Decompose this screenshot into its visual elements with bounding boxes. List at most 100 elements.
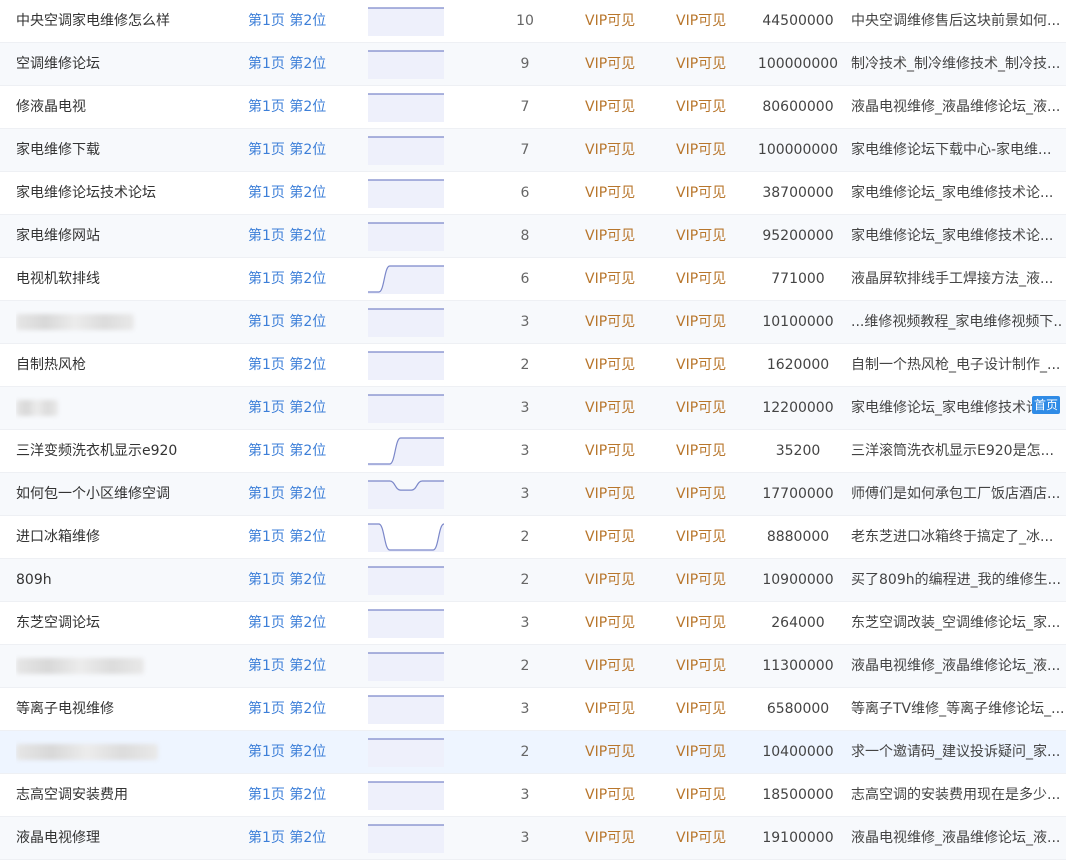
rank-link[interactable]: 第1页 第2位 [248, 473, 348, 515]
table-row[interactable]: 液晶电视修理 第1页 第2位 3 VIP可见 VIP可见 19100000 液晶电视维修_液… [0, 817, 1066, 860]
page-title-cell[interactable]: 求一个邀请码_建议投诉疑问_家... [851, 731, 1063, 773]
page-title-cell[interactable]: 液晶屏软排线手工焊接方法_液... [851, 258, 1063, 300]
vip-only-cell[interactable]: VIP可见 [676, 602, 746, 644]
vip-only-cell[interactable]: VIP可见 [585, 172, 655, 214]
rank-link[interactable]: 第1页 第2位 [248, 645, 348, 687]
vip-only-cell[interactable]: VIP可见 [585, 86, 655, 128]
page-title-cell[interactable]: 制冷技术_制冷维修技术_制冷技... [851, 43, 1063, 85]
rank-link[interactable]: 第1页 第2位 [248, 0, 348, 42]
rank-link[interactable]: 第1页 第2位 [248, 215, 348, 257]
rank-link[interactable]: 第1页 第2位 [248, 258, 348, 300]
table-row[interactable]: 家电维修网站 第1页 第2位 8 VIP可见 VIP可见 95200000 家电维修论坛_家… [0, 215, 1066, 258]
vip-only-cell[interactable]: VIP可见 [585, 0, 655, 42]
page-title-cell[interactable]: 家电维修论坛下载中心-家电维... [851, 129, 1063, 171]
table-row[interactable]: 第1页 第2位 2 VIP可见 VIP可见 10400000 求一个邀请码_建议投诉疑问_… [0, 731, 1066, 774]
page-title-cell[interactable]: 家电维修论坛_家电维修技术论... [851, 172, 1063, 214]
home-badge[interactable]: 首页 [1032, 396, 1060, 414]
rank-link[interactable]: 第1页 第2位 [248, 516, 348, 558]
vip-only-cell[interactable]: VIP可见 [676, 172, 746, 214]
vip-only-cell[interactable]: VIP可见 [585, 516, 655, 558]
vip-only-cell[interactable]: VIP可见 [676, 516, 746, 558]
vip-only-cell[interactable]: VIP可见 [676, 215, 746, 257]
vip-only-cell[interactable]: VIP可见 [676, 817, 746, 859]
rank-link[interactable]: 第1页 第2位 [248, 774, 348, 816]
vip-only-cell[interactable]: VIP可见 [676, 731, 746, 773]
rank-link[interactable]: 第1页 第2位 [248, 43, 348, 85]
vip-only-cell[interactable]: VIP可见 [676, 473, 746, 515]
vip-only-cell[interactable]: VIP可见 [676, 43, 746, 85]
table-row[interactable]: 空调维修论坛 第1页 第2位 9 VIP可见 VIP可见 100000000 制冷技术_制冷… [0, 43, 1066, 86]
page-title-cell[interactable]: 师傅们是如何承包工厂饭店酒店... [851, 473, 1063, 515]
vip-only-cell[interactable]: VIP可见 [676, 301, 746, 343]
vip-only-cell[interactable]: VIP可见 [585, 301, 655, 343]
rank-link[interactable]: 第1页 第2位 [248, 731, 348, 773]
rank-link[interactable]: 第1页 第2位 [248, 559, 348, 601]
table-row[interactable]: 809h 第1页 第2位 2 VIP可见 VIP可见 10900000 买了809h的编程进… [0, 559, 1066, 602]
rank-link[interactable]: 第1页 第2位 [248, 344, 348, 386]
rank-link[interactable]: 第1页 第2位 [248, 301, 348, 343]
table-row[interactable]: 如何包一个小区维修空调 第1页 第2位 3 VIP可见 VIP可见 17700000 师傅们… [0, 473, 1066, 516]
vip-only-cell[interactable]: VIP可见 [585, 473, 655, 515]
table-row[interactable]: 志高空调安装费用 第1页 第2位 3 VIP可见 VIP可见 18500000 志高空调的安… [0, 774, 1066, 817]
rank-link[interactable]: 第1页 第2位 [248, 387, 348, 429]
vip-only-cell[interactable]: VIP可见 [676, 559, 746, 601]
rank-link[interactable]: 第1页 第2位 [248, 172, 348, 214]
page-title-cell[interactable]: 中央空调维修售后这块前景如何... [851, 0, 1063, 42]
table-row[interactable]: 进口冰箱维修 第1页 第2位 2 VIP可见 VIP可见 8880000 老东芝进口冰箱终于… [0, 516, 1066, 559]
table-row[interactable]: 东芝空调论坛 第1页 第2位 3 VIP可见 VIP可见 264000 东芝空调改装_空调维… [0, 602, 1066, 645]
vip-only-cell[interactable]: VIP可见 [585, 129, 655, 171]
vip-only-cell[interactable]: VIP可见 [676, 645, 746, 687]
vip-only-cell[interactable]: VIP可见 [585, 387, 655, 429]
vip-only-cell[interactable]: VIP可见 [676, 688, 746, 730]
vip-only-cell[interactable]: VIP可见 [585, 688, 655, 730]
vip-only-cell[interactable]: VIP可见 [676, 86, 746, 128]
page-title-cell[interactable]: 液晶电视维修_液晶维修论坛_液... [851, 817, 1063, 859]
page-title-cell[interactable]: 老东芝进口冰箱终于搞定了_冰... [851, 516, 1063, 558]
rank-link[interactable]: 第1页 第2位 [248, 129, 348, 171]
table-row[interactable]: 中央空调家电维修怎么样 第1页 第2位 10 VIP可见 VIP可见 44500000 中央… [0, 0, 1066, 43]
rank-link[interactable]: 第1页 第2位 [248, 430, 348, 472]
vip-only-cell[interactable]: VIP可见 [585, 559, 655, 601]
page-title-cell[interactable]: 等离子TV维修_等离子维修论坛_... [851, 688, 1063, 730]
page-title-cell[interactable]: 液晶电视维修_液晶维修论坛_液... [851, 645, 1063, 687]
vip-only-cell[interactable]: VIP可见 [676, 387, 746, 429]
table-row[interactable]: 修液晶电视 第1页 第2位 7 VIP可见 VIP可见 80600000 液晶电视维修_液晶… [0, 86, 1066, 129]
table-row[interactable]: 第1页 第2位 2 VIP可见 VIP可见 11300000 液晶电视维修_液晶维修论坛_… [0, 645, 1066, 688]
rank-link[interactable]: 第1页 第2位 [248, 86, 348, 128]
vip-only-cell[interactable]: VIP可见 [585, 430, 655, 472]
vip-only-cell[interactable]: VIP可见 [676, 344, 746, 386]
page-title-cell[interactable]: 三洋滚筒洗衣机显示E920是怎... [851, 430, 1063, 472]
vip-only-cell[interactable]: VIP可见 [585, 817, 655, 859]
page-title-cell[interactable]: ...维修视频教程_家电维修视频下... [851, 301, 1063, 343]
table-row[interactable]: 三洋变频洗衣机显示e920 第1页 第2位 3 VIP可见 VIP可见 35200 三洋滚筒… [0, 430, 1066, 473]
page-title-cell[interactable]: 家电维修论坛_家电维修技术论... [851, 215, 1063, 257]
page-title-cell[interactable]: 液晶电视维修_液晶维修论坛_液... [851, 86, 1063, 128]
rank-link[interactable]: 第1页 第2位 [248, 817, 348, 859]
vip-only-cell[interactable]: VIP可见 [585, 774, 655, 816]
vip-only-cell[interactable]: VIP可见 [676, 774, 746, 816]
page-title-cell[interactable]: 买了809h的编程进_我的维修生... [851, 559, 1063, 601]
vip-only-cell[interactable]: VIP可见 [676, 0, 746, 42]
vip-only-cell[interactable]: VIP可见 [585, 602, 655, 644]
vip-only-cell[interactable]: VIP可见 [676, 430, 746, 472]
vip-only-cell[interactable]: VIP可见 [585, 43, 655, 85]
page-title-cell[interactable]: 志高空调的安装费用现在是多少... [851, 774, 1063, 816]
table-row[interactable]: 家电维修下载 第1页 第2位 7 VIP可见 VIP可见 100000000 家电维修论坛下… [0, 129, 1066, 172]
vip-only-cell[interactable]: VIP可见 [585, 731, 655, 773]
vip-only-cell[interactable]: VIP可见 [585, 344, 655, 386]
page-title-cell[interactable]: 东芝空调改装_空调维修论坛_家... [851, 602, 1063, 644]
vip-only-cell[interactable]: VIP可见 [585, 215, 655, 257]
table-row[interactable]: 第1页 第2位 3 VIP可见 VIP可见 12200000 家电维修论坛_家电维修技术论 [0, 387, 1066, 430]
table-row[interactable]: 等离子电视维修 第1页 第2位 3 VIP可见 VIP可见 6580000 等离子TV维修_… [0, 688, 1066, 731]
table-row[interactable]: 第1页 第2位 3 VIP可见 VIP可见 10100000 ...维修视频教程_家电维修… [0, 301, 1066, 344]
vip-only-cell[interactable]: VIP可见 [585, 645, 655, 687]
page-title-cell[interactable]: 自制一个热风枪_电子设计制作_... [851, 344, 1063, 386]
table-row[interactable]: 电视机软排线 第1页 第2位 6 VIP可见 VIP可见 771000 液晶屏软排线手工焊接… [0, 258, 1066, 301]
table-row[interactable]: 家电维修论坛技术论坛 第1页 第2位 6 VIP可见 VIP可见 38700000 家电维修… [0, 172, 1066, 215]
table-row[interactable]: 自制热风枪 第1页 第2位 2 VIP可见 VIP可见 1620000 自制一个热风枪_电子… [0, 344, 1066, 387]
vip-only-cell[interactable]: VIP可见 [676, 258, 746, 300]
rank-link[interactable]: 第1页 第2位 [248, 688, 348, 730]
vip-only-cell[interactable]: VIP可见 [676, 129, 746, 171]
vip-only-cell[interactable]: VIP可见 [585, 258, 655, 300]
rank-link[interactable]: 第1页 第2位 [248, 602, 348, 644]
